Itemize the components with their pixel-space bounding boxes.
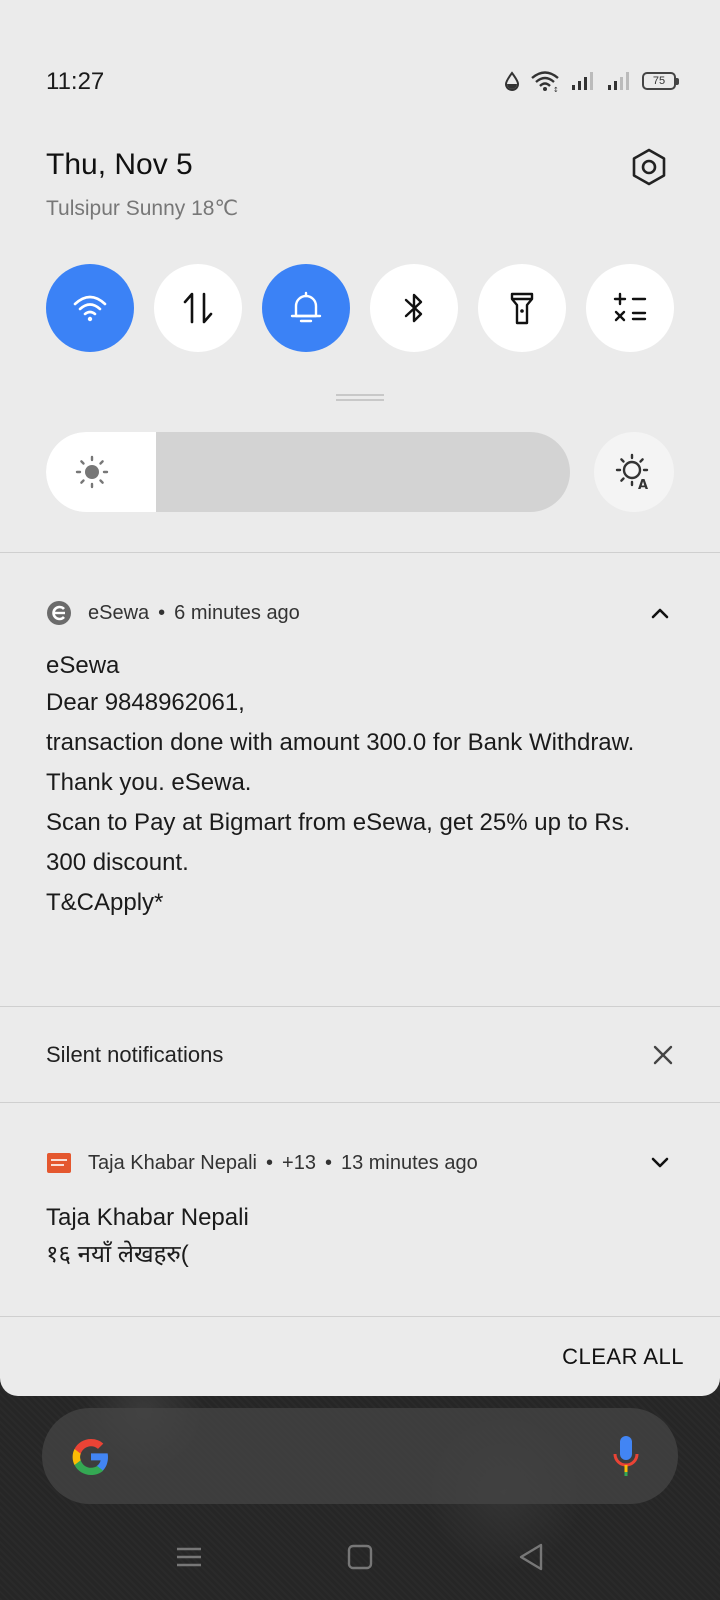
esewa-line: transaction done with amount 300.0 for B… (46, 729, 635, 756)
status-bar: 11:27 ↕ 75 (0, 0, 720, 166)
taja-line: १६ नयाँ लेखहरु( (46, 1241, 189, 1268)
google-logo-icon (72, 1439, 108, 1475)
separator-dot: • (158, 601, 166, 624)
quick-settings-tiles (46, 264, 674, 352)
separator-dot: • (324, 1151, 332, 1174)
brightness-sun-icon (75, 455, 109, 489)
brightness-slider[interactable] (46, 432, 570, 512)
divider (0, 552, 720, 553)
taja-notification-header[interactable]: Taja Khabar Nepali • +13 • 13 minutes ag… (46, 1150, 478, 1176)
esewa-time: 6 minutes ago (174, 601, 300, 624)
taja-message[interactable]: १६ नयाँ लेखहरु( (46, 1235, 676, 1275)
tile-flashlight[interactable] (478, 264, 566, 352)
signal-1-icon (572, 72, 593, 90)
tile-bluetooth[interactable] (370, 264, 458, 352)
divider (0, 1316, 720, 1317)
divider (0, 1102, 720, 1103)
flashlight-icon (510, 292, 534, 325)
esewa-line: Dear 9848962061, (46, 689, 245, 716)
taja-app-name: Taja Khabar Nepali (88, 1151, 257, 1174)
tile-mobile-data[interactable] (154, 264, 242, 352)
svg-text:↕: ↕ (553, 86, 559, 92)
shade-drag-handle[interactable] (336, 394, 384, 401)
chevron-up-icon[interactable] (650, 606, 670, 620)
auto-brightness-button[interactable]: A (594, 432, 674, 512)
tile-calculator[interactable] (586, 264, 674, 352)
wifi-status-icon: ↕ (531, 71, 559, 92)
auto-brightness-icon: A (615, 453, 649, 492)
data-saver-icon (504, 71, 520, 91)
clear-all-button[interactable]: CLEAR ALL (562, 1344, 684, 1370)
signal-2-icon (608, 72, 629, 90)
esewa-line: Scan to Pay at Bigmart from eSewa, get 2… (46, 809, 631, 876)
home-button[interactable] (346, 1542, 374, 1572)
esewa-title: eSewa (46, 652, 120, 679)
divider (0, 1006, 720, 1007)
esewa-app-icon (46, 600, 72, 626)
gear-icon (632, 148, 666, 186)
settings-button[interactable] (628, 146, 670, 188)
esewa-app-name: eSewa (88, 601, 150, 624)
wifi-icon (73, 295, 107, 322)
taja-title: Taja Khabar Nepali (46, 1204, 249, 1231)
tile-wifi[interactable] (46, 264, 134, 352)
esewa-line: T&CApply* (46, 889, 164, 916)
chevron-down-icon[interactable] (650, 1156, 670, 1170)
microphone-icon[interactable] (612, 1432, 640, 1480)
clock: 11:27 (46, 68, 105, 95)
bell-icon (290, 291, 322, 323)
taja-count: +13 (282, 1151, 316, 1174)
battery-indicator: 75 (642, 72, 679, 90)
tile-sound[interactable] (262, 264, 350, 352)
esewa-message[interactable]: Dear 9848962061, transaction done with a… (46, 683, 676, 923)
notification-shade: 11:27 ↕ 75 Thu, Nov 5 Tulsipur Sunny 18℃… (0, 0, 720, 1396)
esewa-line: Thank you. eSewa. (46, 769, 252, 796)
separator-dot: • (266, 1151, 274, 1174)
back-button[interactable] (516, 1542, 546, 1572)
date-label: Thu, Nov 5 (46, 148, 193, 181)
navigation-bar (0, 1520, 720, 1600)
calculator-icon (613, 292, 647, 322)
svg-text:A: A (638, 478, 648, 492)
taja-time: 13 minutes ago (340, 1151, 478, 1174)
google-search-bar[interactable] (42, 1408, 678, 1504)
taja-app-icon (46, 1150, 72, 1176)
silent-notifications-label: Silent notifications (46, 1042, 224, 1067)
data-arrows-icon (183, 292, 213, 324)
weather-label: Tulsipur Sunny 18℃ (46, 197, 239, 220)
status-icons: ↕ 75 (504, 70, 679, 92)
esewa-notification-header[interactable]: eSewa • 6 minutes ago (46, 600, 300, 626)
close-icon[interactable] (650, 1042, 676, 1068)
menu-button[interactable] (174, 1542, 204, 1572)
bluetooth-icon (404, 293, 423, 323)
